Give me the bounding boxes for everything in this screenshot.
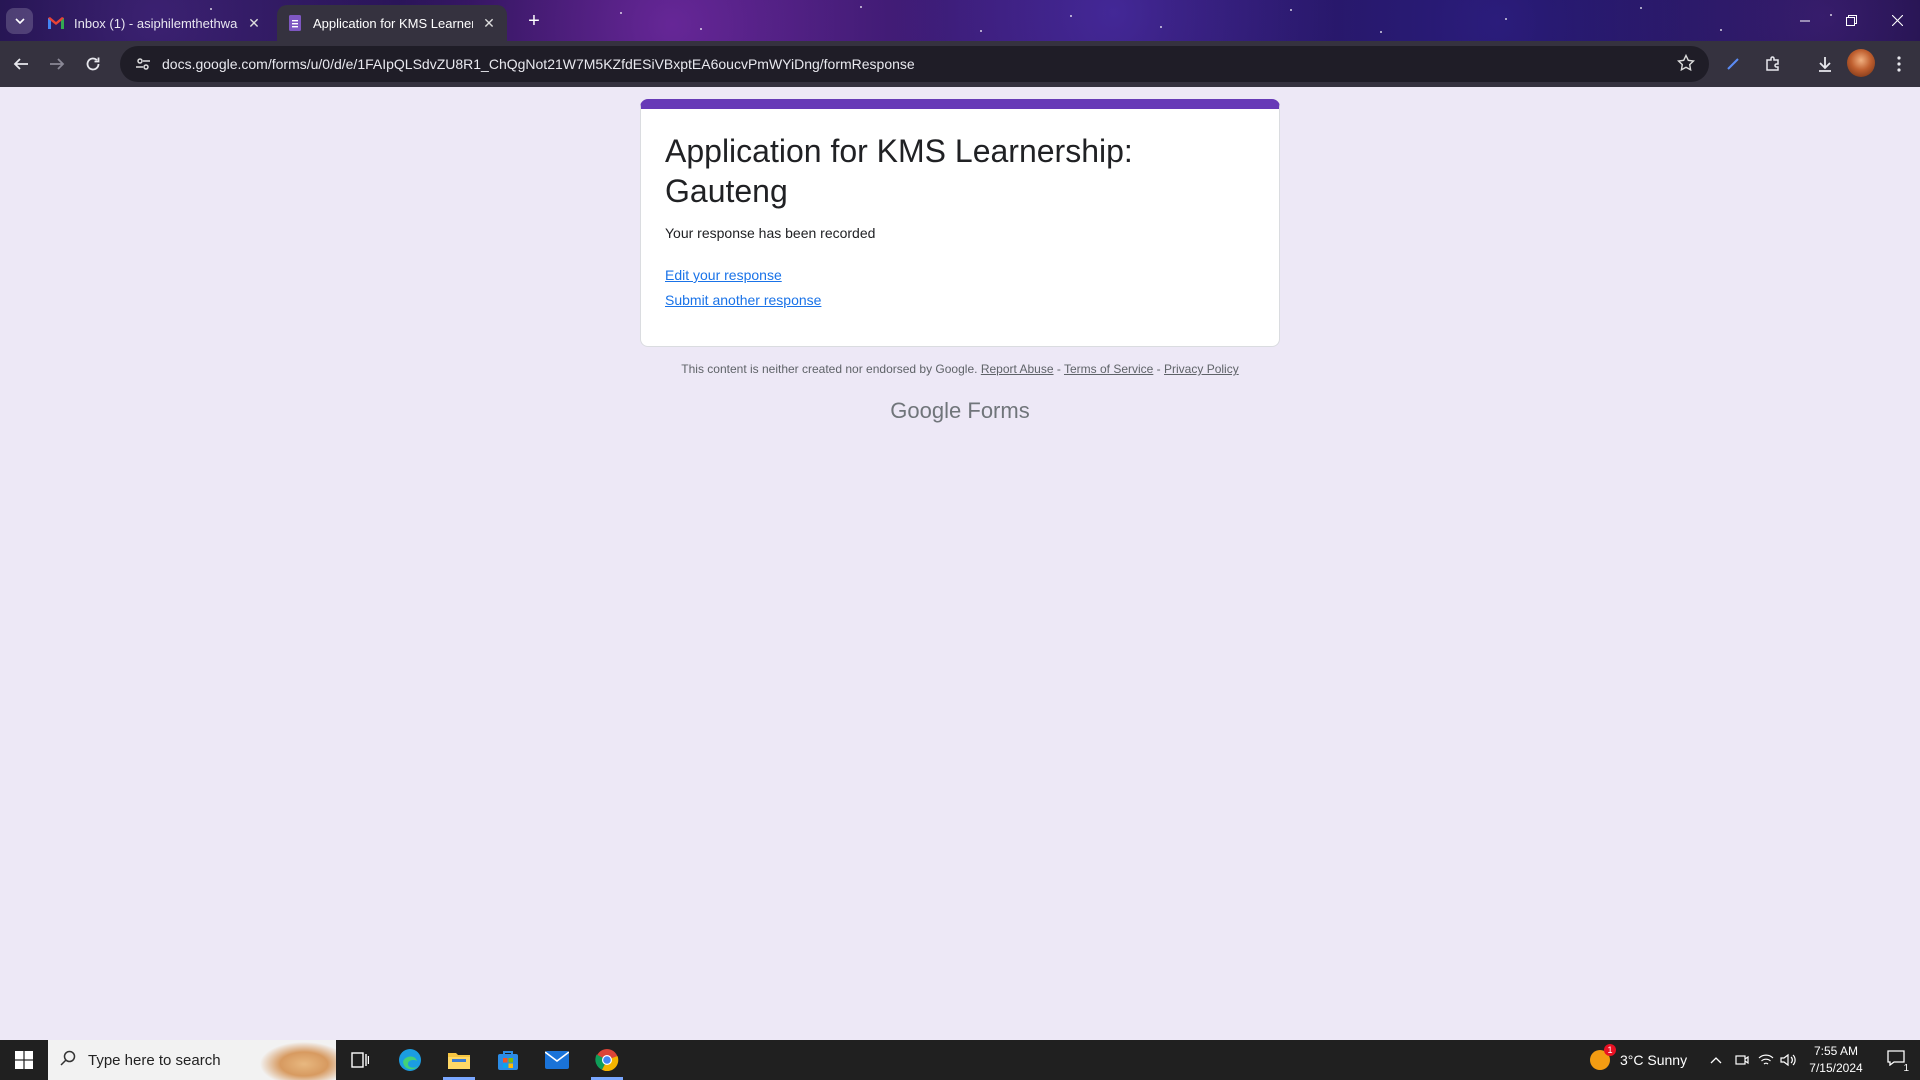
notification-count: 1 xyxy=(1903,1062,1909,1074)
bookmark-star-icon[interactable] xyxy=(1676,53,1696,77)
puzzle-icon xyxy=(1766,56,1779,71)
tab-title: Inbox (1) - asiphilemthethwa@ xyxy=(74,15,238,31)
reload-icon xyxy=(86,57,100,71)
tab-gmail[interactable]: Inbox (1) - asiphilemthethwa@ ✕ xyxy=(38,5,272,41)
separator: - xyxy=(1053,362,1064,376)
folder-icon xyxy=(448,1053,470,1069)
close-icon xyxy=(1891,15,1903,26)
forward-button[interactable] xyxy=(42,49,72,79)
taskbar-edge[interactable] xyxy=(386,1040,434,1080)
chevron-down-icon xyxy=(14,18,25,25)
download-icon xyxy=(1819,57,1831,72)
clock-time: 7:55 AM xyxy=(1813,1044,1859,1058)
reload-button[interactable] xyxy=(78,49,108,79)
url-text: docs.google.com/forms/u/0/d/e/1FAIpQLSdv… xyxy=(162,56,915,72)
separator: - xyxy=(1153,362,1165,376)
arrow-right-icon xyxy=(50,58,65,70)
google-forms-icon xyxy=(287,15,303,31)
confirmation-message: Your response has been recorded xyxy=(665,225,876,241)
tab-google-form[interactable]: Application for KMS Learnership ✕ xyxy=(277,5,507,41)
form-response-card: Application for KMS Learnership: Gauteng… xyxy=(640,99,1280,347)
taskbar-search-box[interactable]: Type here to search xyxy=(48,1040,336,1080)
submit-another-response-link[interactable]: Submit another response xyxy=(665,292,1255,308)
brand-google: Google xyxy=(890,398,962,423)
camera-icon xyxy=(1735,1055,1749,1065)
google-forms-logo[interactable]: Google Forms xyxy=(640,398,1280,424)
extension-pin-button[interactable] xyxy=(1718,49,1748,79)
speaker-icon xyxy=(1780,1053,1796,1067)
show-hidden-icons-button[interactable] xyxy=(1710,1040,1722,1080)
taskbar-file-explorer[interactable] xyxy=(435,1040,483,1080)
report-abuse-link[interactable]: Report Abuse xyxy=(981,362,1054,376)
edge-icon xyxy=(399,1049,421,1071)
task-view-icon xyxy=(351,1052,369,1068)
sun-icon: 1 xyxy=(1590,1044,1616,1070)
close-icon[interactable]: ✕ xyxy=(246,15,262,31)
taskbar-clock[interactable]: 7:55 AM 7/15/2024 xyxy=(1800,1043,1872,1077)
weather-alert-badge: 1 xyxy=(1604,1044,1616,1056)
extensions-button[interactable] xyxy=(1758,49,1788,79)
taskbar-mail[interactable] xyxy=(533,1040,581,1080)
clock-date: 7/15/2024 xyxy=(1809,1061,1863,1075)
arrow-left-icon xyxy=(13,58,28,70)
privacy-policy-link[interactable]: Privacy Policy xyxy=(1164,362,1239,376)
meet-now-button[interactable] xyxy=(1735,1040,1749,1080)
back-button[interactable] xyxy=(6,49,36,79)
address-bar[interactable]: docs.google.com/forms/u/0/d/e/1FAIpQLSdv… xyxy=(120,46,1709,82)
brand-forms: Forms xyxy=(967,398,1030,423)
form-title: Application for KMS Learnership: Gauteng xyxy=(665,133,1133,209)
tab-search-button[interactable] xyxy=(6,8,33,34)
close-icon[interactable]: ✕ xyxy=(481,15,497,31)
profile-avatar[interactable] xyxy=(1847,49,1875,77)
edit-response-link[interactable]: Edit your response xyxy=(665,267,1255,283)
minimize-button[interactable] xyxy=(1782,0,1828,41)
weather-widget[interactable]: 1 3°C Sunny xyxy=(1590,1040,1687,1080)
start-button[interactable] xyxy=(0,1040,48,1080)
volume-button[interactable] xyxy=(1780,1040,1796,1080)
downloads-button[interactable] xyxy=(1810,49,1840,79)
mail-icon xyxy=(545,1051,569,1069)
minimize-icon xyxy=(1800,20,1810,21)
windows-taskbar: Type here to search 1 3°C Sunny 7:55 AM xyxy=(0,1040,1920,1080)
taskbar-store[interactable] xyxy=(484,1040,532,1080)
store-icon xyxy=(498,1051,518,1070)
restore-icon xyxy=(1845,15,1857,26)
gmail-icon xyxy=(48,15,64,31)
browser-tab-bar: Inbox (1) - asiphilemthethwa@ ✕ Applicat… xyxy=(0,0,1920,41)
terms-of-service-link[interactable]: Terms of Service xyxy=(1064,362,1153,376)
chrome-icon xyxy=(595,1049,619,1072)
close-window-button[interactable] xyxy=(1874,0,1920,41)
search-icon xyxy=(60,1050,76,1070)
browser-menu-button[interactable] xyxy=(1884,49,1914,79)
search-highlight-illustration xyxy=(256,1040,336,1080)
browser-toolbar: docs.google.com/forms/u/0/d/e/1FAIpQLSdv… xyxy=(0,41,1920,87)
tab-title: Application for KMS Learnership xyxy=(313,15,473,31)
more-vertical-icon xyxy=(1897,56,1901,72)
restore-button[interactable] xyxy=(1828,0,1874,41)
pen-icon xyxy=(1727,58,1739,70)
taskbar-chrome[interactable] xyxy=(583,1040,631,1080)
notification-icon: 1 xyxy=(1887,1049,1909,1074)
task-view-button[interactable] xyxy=(336,1040,384,1080)
disclaimer-text: This content is neither created nor endo… xyxy=(681,362,978,376)
chevron-up-icon xyxy=(1710,1057,1722,1064)
weather-text: 3°C Sunny xyxy=(1620,1052,1688,1068)
site-info-icon[interactable] xyxy=(126,56,160,72)
action-center-button[interactable]: 1 xyxy=(1872,1040,1920,1080)
search-placeholder: Type here to search xyxy=(88,1051,221,1069)
new-tab-button[interactable]: + xyxy=(520,8,548,34)
windows-logo-icon xyxy=(15,1051,33,1069)
form-footer-disclaimer: This content is neither created nor endo… xyxy=(640,362,1280,376)
network-button[interactable] xyxy=(1758,1040,1774,1080)
wifi-icon xyxy=(1758,1054,1774,1065)
